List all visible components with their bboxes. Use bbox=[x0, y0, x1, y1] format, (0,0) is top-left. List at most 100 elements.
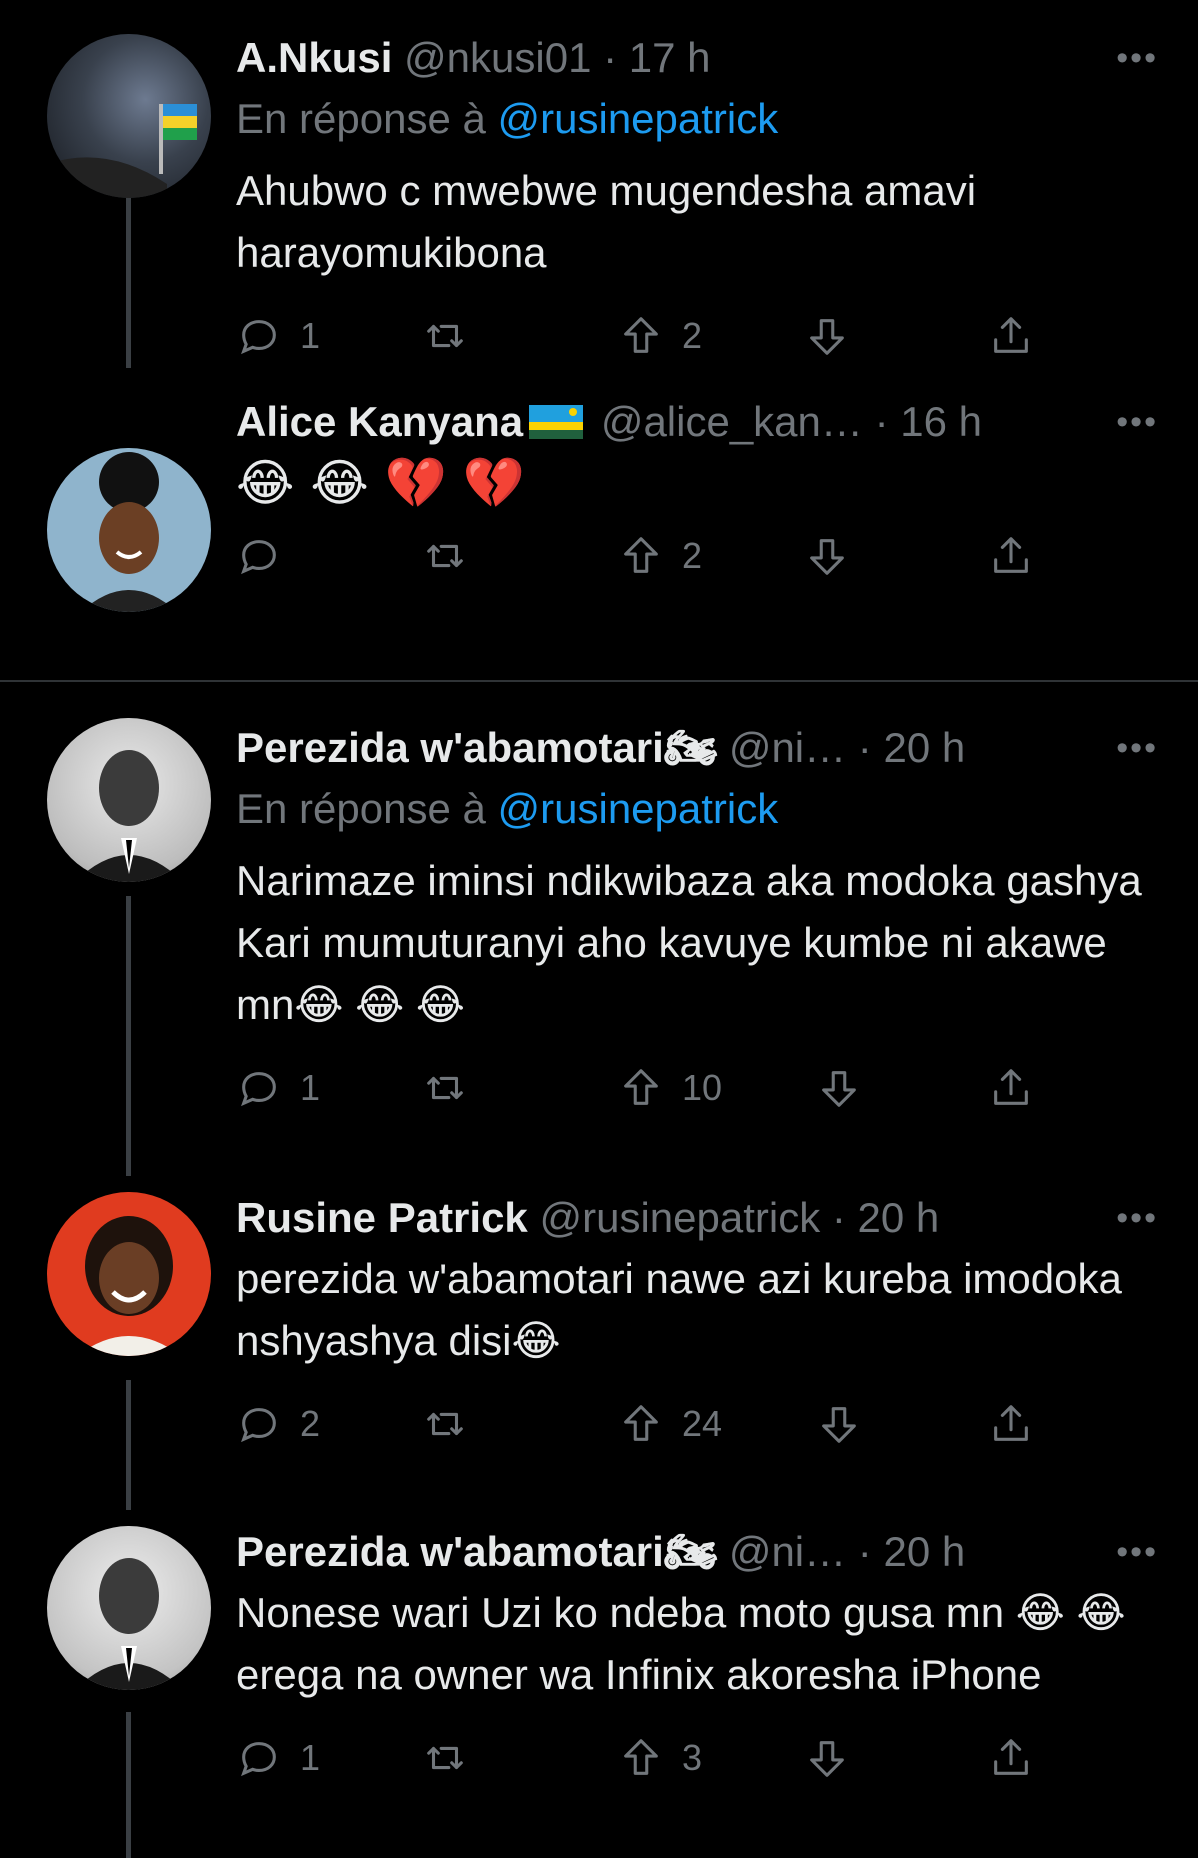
upvote-count: 2 bbox=[682, 315, 703, 356]
retweet-icon bbox=[427, 1746, 463, 1770]
downvote-button[interactable] bbox=[804, 1728, 850, 1788]
upvote-button[interactable]: 10 bbox=[618, 1058, 722, 1118]
author-handle[interactable]: @ni… bbox=[729, 724, 846, 771]
downvote-icon bbox=[822, 1071, 856, 1107]
timestamp[interactable]: 17 h bbox=[629, 34, 711, 81]
upvote-count: 3 bbox=[682, 1737, 703, 1778]
author-name[interactable]: Alice Kanyana bbox=[236, 398, 589, 445]
avatar-image bbox=[75, 750, 183, 882]
author-name[interactable]: Perezida w'abamotari🏍 bbox=[236, 724, 717, 771]
reply-mention-link[interactable]: @rusinepatrick bbox=[498, 95, 779, 142]
downvote-button[interactable] bbox=[804, 306, 850, 366]
ellipsis-icon[interactable]: ••• bbox=[1116, 392, 1158, 452]
author-name[interactable]: A.Nkusi bbox=[236, 34, 392, 81]
upvote-count: 24 bbox=[682, 1403, 723, 1444]
action-bar: 1 10 bbox=[236, 1058, 1158, 1118]
divider bbox=[0, 680, 1198, 682]
retweet-button[interactable] bbox=[422, 1394, 468, 1454]
avatar-image bbox=[77, 1216, 181, 1356]
tweet-header: A.Nkusi @nkusi01 · 17 h ••• bbox=[236, 28, 1158, 88]
retweet-button[interactable] bbox=[422, 1728, 468, 1788]
share-button[interactable] bbox=[988, 526, 1034, 586]
reply-count: 1 bbox=[300, 315, 321, 356]
tweet-text: perezida w'abamotari nawe azi kureba imo… bbox=[236, 1255, 1122, 1364]
downvote-icon bbox=[810, 1741, 844, 1777]
reply-button[interactable]: 1 bbox=[236, 1058, 320, 1118]
retweet-button[interactable] bbox=[422, 306, 468, 366]
share-icon bbox=[994, 1069, 1028, 1105]
tweet[interactable]: Perezida w'abamotari🏍 @ni… · 20 h ••• En… bbox=[0, 690, 1198, 1160]
author-handle[interactable]: @alice_kan… bbox=[601, 398, 863, 445]
timestamp[interactable]: 16 h bbox=[900, 398, 982, 445]
reply-count: 2 bbox=[300, 1403, 321, 1444]
tweet-header: Alice Kanyana @alice_kan… · 16 h ••• bbox=[236, 392, 1158, 452]
retweet-button[interactable] bbox=[422, 1058, 468, 1118]
share-button[interactable] bbox=[988, 1728, 1034, 1788]
upvote-icon bbox=[624, 1405, 658, 1441]
retweet-button[interactable] bbox=[422, 526, 468, 586]
upvote-button[interactable]: 2 bbox=[618, 526, 702, 586]
tweet[interactable]: A.Nkusi @nkusi01 · 17 h ••• En réponse à… bbox=[0, 0, 1198, 420]
reply-button[interactable]: 2 bbox=[236, 1394, 320, 1454]
action-bar: 1 2 bbox=[236, 306, 1158, 366]
retweet-icon bbox=[427, 544, 463, 568]
timestamp[interactable]: 20 h bbox=[883, 1528, 965, 1575]
reply-mention-link[interactable]: @rusinepatrick bbox=[498, 785, 779, 832]
reply-button[interactable]: 1 bbox=[236, 306, 320, 366]
reply-button[interactable] bbox=[236, 526, 282, 586]
reply-button[interactable]: 1 bbox=[236, 1728, 320, 1788]
action-bar: 2 24 bbox=[236, 1394, 1158, 1454]
avatar-image bbox=[81, 452, 177, 612]
share-icon bbox=[994, 1405, 1028, 1441]
downvote-icon bbox=[810, 539, 844, 575]
avatar[interactable] bbox=[47, 1192, 211, 1356]
timestamp[interactable]: 20 h bbox=[858, 1194, 940, 1241]
reply-context: En réponse à @rusinepatrick bbox=[236, 778, 1158, 840]
ellipsis-icon[interactable]: ••• bbox=[1116, 718, 1158, 778]
share-icon bbox=[994, 537, 1028, 573]
share-button[interactable] bbox=[988, 1394, 1034, 1454]
tweet-header: Rusine Patrick @rusinepatrick · 20 h ••• bbox=[236, 1188, 1158, 1248]
retweet-icon bbox=[427, 1076, 463, 1100]
share-icon bbox=[994, 1739, 1028, 1775]
upvote-count: 2 bbox=[682, 535, 703, 576]
share-button[interactable] bbox=[988, 306, 1034, 366]
ellipsis-icon[interactable]: ••• bbox=[1116, 1188, 1158, 1248]
tweet[interactable]: Alice Kanyana @alice_kan… · 16 h ••• 😂 😂… bbox=[0, 398, 1198, 680]
avatar[interactable] bbox=[47, 448, 211, 612]
avatar[interactable] bbox=[47, 1526, 211, 1690]
ellipsis-icon[interactable]: ••• bbox=[1116, 28, 1158, 88]
rwanda-flag-icon bbox=[529, 395, 584, 439]
upvote-button[interactable]: 3 bbox=[618, 1728, 702, 1788]
upvote-button[interactable]: 24 bbox=[618, 1394, 722, 1454]
separator: · bbox=[591, 34, 629, 81]
downvote-button[interactable] bbox=[816, 1394, 862, 1454]
tweet[interactable]: Rusine Patrick @rusinepatrick · 20 h •••… bbox=[0, 1166, 1198, 1496]
author-name[interactable]: Rusine Patrick bbox=[236, 1194, 528, 1241]
tweet-text: Nonese wari Uzi ko ndeba moto gusa mn 😂 … bbox=[236, 1589, 1126, 1698]
downvote-button[interactable] bbox=[816, 1058, 862, 1118]
separator: · bbox=[846, 724, 884, 771]
share-button[interactable] bbox=[988, 1058, 1034, 1118]
reply-context: En réponse à @rusinepatrick bbox=[236, 88, 1158, 150]
downvote-button[interactable] bbox=[804, 526, 850, 586]
ellipsis-icon[interactable]: ••• bbox=[1116, 1522, 1158, 1582]
tweet[interactable]: Perezida w'abamotari🏍 @ni… · 20 h ••• No… bbox=[0, 1500, 1198, 1858]
upvote-button[interactable]: 2 bbox=[618, 306, 702, 366]
avatar-image bbox=[75, 1558, 183, 1690]
avatar[interactable] bbox=[47, 34, 211, 198]
timestamp[interactable]: 20 h bbox=[883, 724, 965, 771]
author-handle[interactable]: @ni… bbox=[729, 1528, 846, 1575]
share-icon bbox=[994, 317, 1028, 353]
avatar[interactable] bbox=[47, 718, 211, 882]
author-handle[interactable]: @nkusi01 bbox=[404, 34, 591, 81]
tweet-text: 😂 😂 💔 💔 bbox=[236, 454, 526, 512]
reply-count: 1 bbox=[300, 1067, 321, 1108]
reply-icon bbox=[241, 320, 276, 355]
upvote-icon bbox=[624, 537, 658, 573]
author-name[interactable]: Perezida w'abamotari🏍 bbox=[236, 1528, 717, 1575]
author-handle[interactable]: @rusinepatrick bbox=[539, 1194, 820, 1241]
reply-count: 1 bbox=[300, 1737, 321, 1778]
action-bar: 1 3 bbox=[236, 1728, 1158, 1788]
tweet-text: Ahubwo c mwebwe mugendesha amavi harayom… bbox=[236, 167, 977, 276]
